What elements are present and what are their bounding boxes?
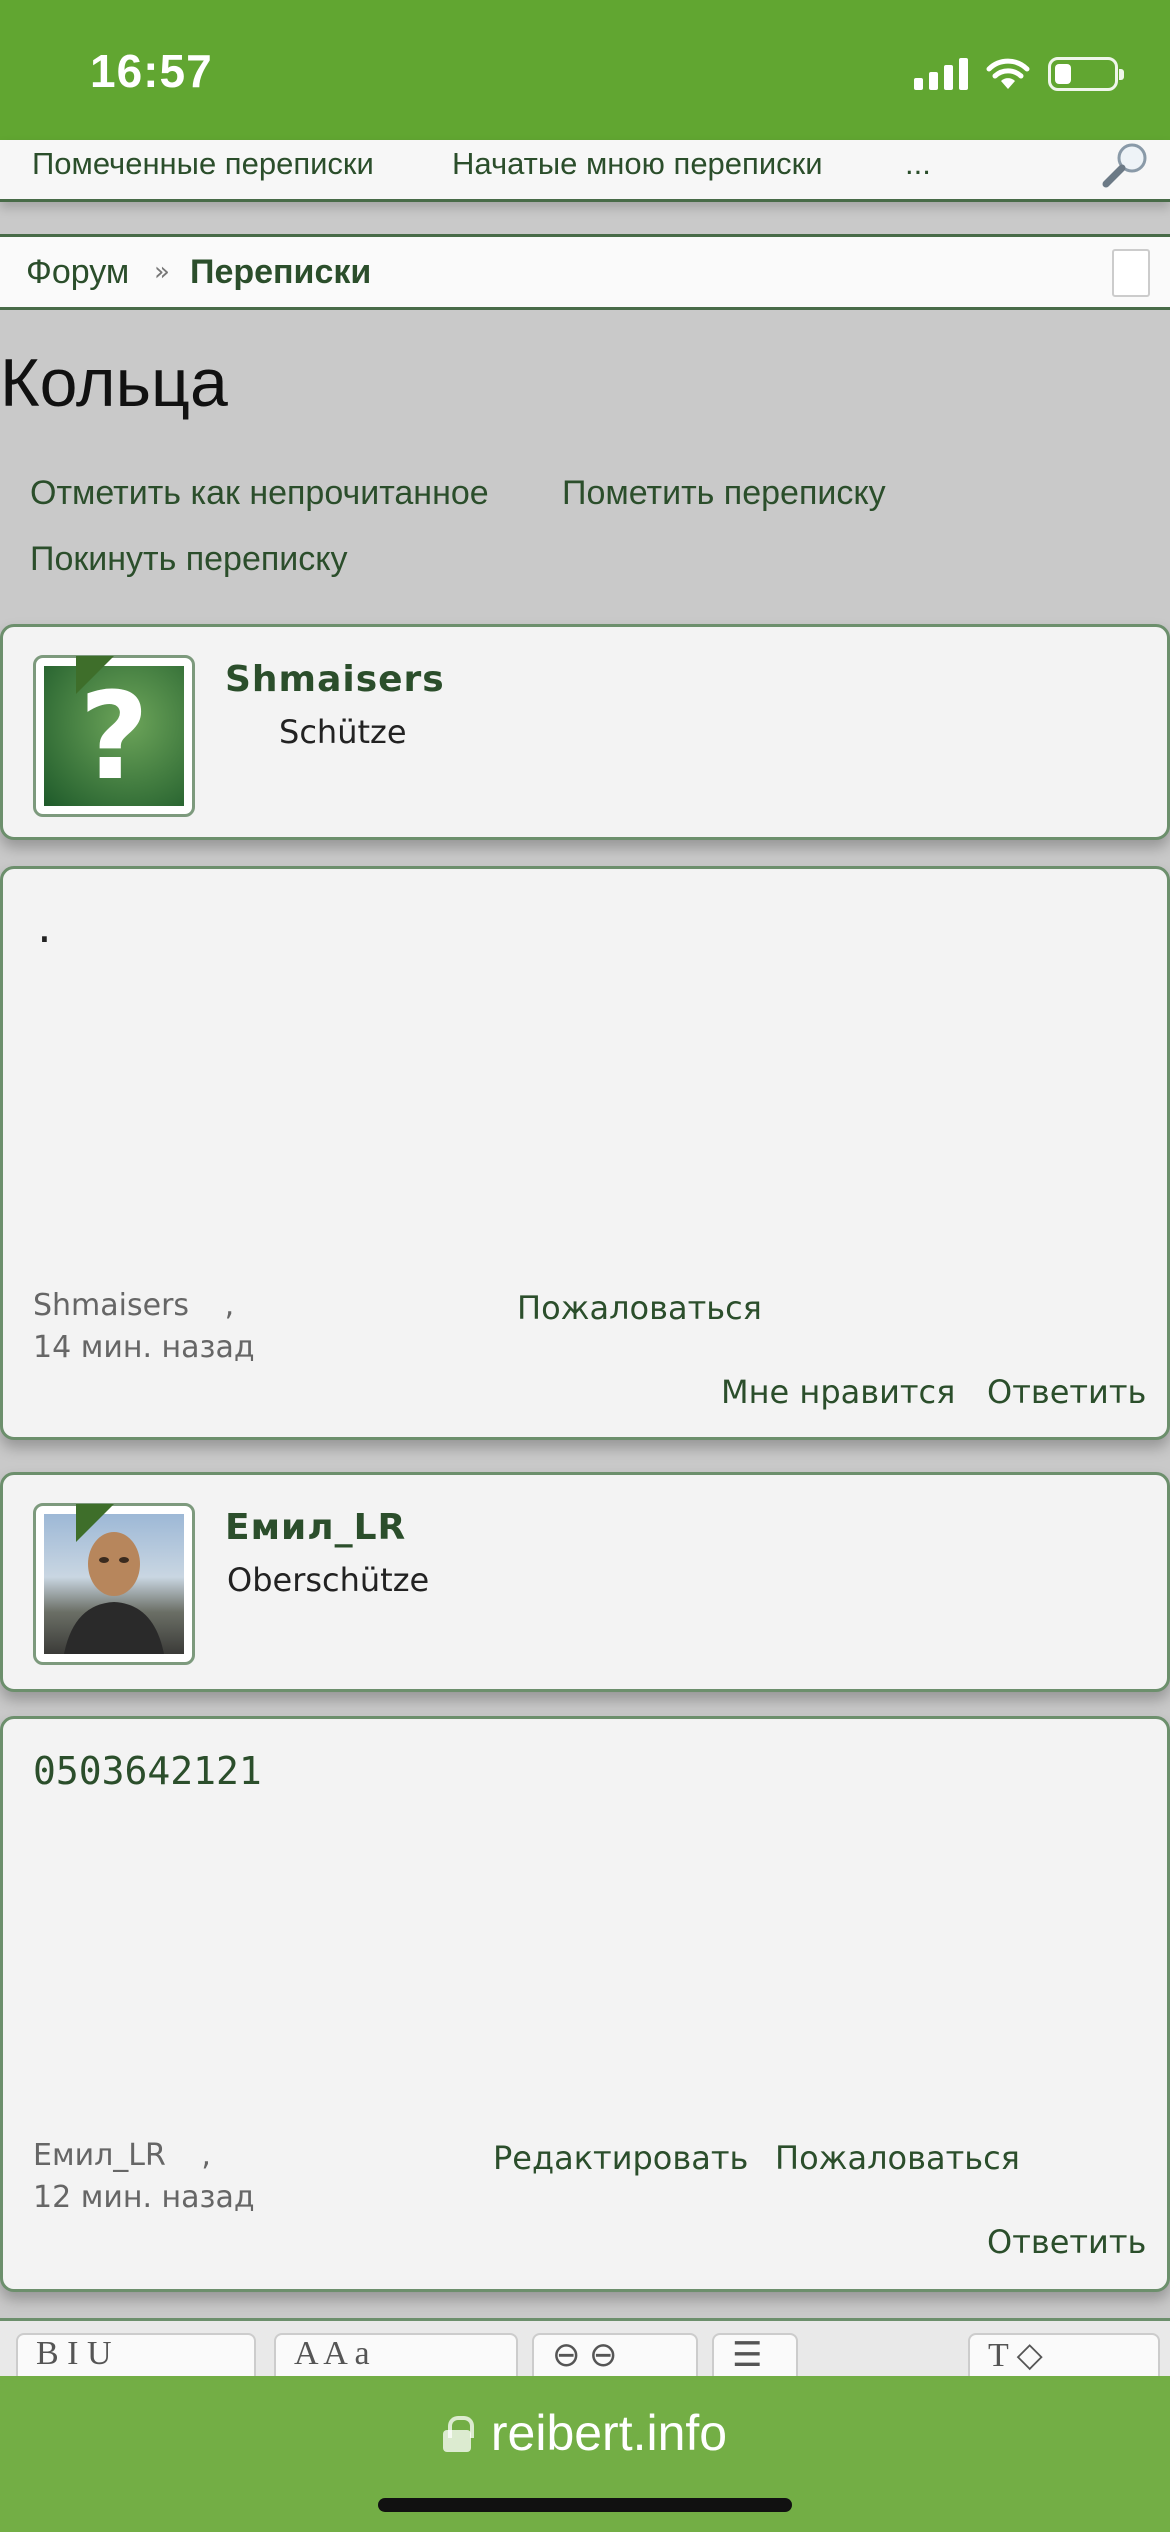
- search-icon[interactable]: [1100, 140, 1152, 192]
- battery-level: [1055, 64, 1071, 84]
- status-icons: [914, 54, 1124, 94]
- home-indicator[interactable]: [378, 2498, 792, 2512]
- breadcrumb-forum[interactable]: Форум: [26, 253, 129, 292]
- avatar[interactable]: [33, 1503, 195, 1665]
- like-link[interactable]: Мне нравится: [721, 1373, 955, 1411]
- mark-unread-link[interactable]: Отметить как непрочитанное: [30, 474, 489, 513]
- breadcrumb-current[interactable]: Переписки: [190, 253, 371, 292]
- question-mark-icon: ?: [79, 668, 149, 806]
- report-link[interactable]: Пожаловаться: [517, 1289, 762, 1327]
- editor-toolbar: B I U A A a ⊖ ⊖ ☰ T ◇: [0, 2318, 1170, 2393]
- reply-link[interactable]: Ответить: [987, 2223, 1146, 2261]
- avatar[interactable]: ?: [33, 655, 195, 817]
- edit-link[interactable]: Редактировать: [493, 2139, 748, 2177]
- online-flag-icon: [76, 1504, 114, 1542]
- meta-time[interactable]: 14 мин. назад: [33, 1330, 255, 1365]
- meta-author[interactable]: Shmaisers: [33, 1288, 189, 1323]
- meta-time[interactable]: 12 мин. назад: [33, 2180, 255, 2215]
- reply-link[interactable]: Ответить: [987, 1373, 1146, 1411]
- message-text: .: [33, 907, 56, 951]
- url-text: reibert.info: [490, 2405, 728, 2461]
- battery-icon: [1048, 57, 1124, 91]
- wifi-icon: [986, 58, 1030, 89]
- report-link[interactable]: Пожаловаться: [775, 2139, 1020, 2177]
- user-photo: [64, 1532, 164, 1654]
- online-flag-icon: [76, 656, 114, 694]
- author-name[interactable]: Емил_LR: [225, 1507, 406, 1548]
- page-title: Кольца: [0, 345, 228, 421]
- nav-starred-conversations[interactable]: Помеченные переписки: [32, 146, 374, 182]
- page-icon[interactable]: [1112, 249, 1150, 297]
- nav-more[interactable]: ...: [905, 146, 931, 182]
- author-name[interactable]: Shmaisers: [225, 659, 445, 700]
- meta-comma: ,: [201, 2138, 211, 2173]
- author-title: Schütze: [279, 713, 407, 751]
- message-meta: Shmaisers , 14 мин. назад: [33, 1285, 255, 1369]
- message-body: . Shmaisers , 14 мин. назад Пожаловаться…: [0, 866, 1170, 1440]
- message-meta: Емил_LR , 12 мин. назад: [33, 2135, 255, 2219]
- browser-address-bar[interactable]: reibert.info: [0, 2376, 1170, 2532]
- meta-comma: ,: [224, 1288, 235, 1323]
- message-author-card: Емил_LR Oberschütze: [0, 1472, 1170, 1692]
- nav-my-conversations[interactable]: Начатые мною переписки: [452, 146, 823, 182]
- breadcrumb-separator: »: [154, 257, 170, 287]
- star-conversation-link[interactable]: Пометить переписку: [562, 474, 886, 513]
- message-text: 0503642121: [33, 1749, 262, 1793]
- author-title: Oberschütze: [227, 1561, 430, 1599]
- url-display[interactable]: reibert.info: [0, 2404, 1170, 2462]
- status-bar: 16:57: [0, 0, 1170, 140]
- leave-conversation-link[interactable]: Покинуть переписку: [30, 540, 348, 579]
- status-time: 16:57: [90, 45, 213, 97]
- meta-author[interactable]: Емил_LR: [33, 2138, 166, 2173]
- top-nav: Помеченные переписки Начатые мною перепи…: [0, 140, 1170, 202]
- lock-icon: [442, 2416, 474, 2452]
- breadcrumb: Форум » Переписки: [0, 234, 1170, 310]
- message-author-card: ? Shmaisers Schütze: [0, 624, 1170, 840]
- message-body: 0503642121 Емил_LR , 12 мин. назад Редак…: [0, 1716, 1170, 2292]
- signal-icon: [914, 58, 968, 90]
